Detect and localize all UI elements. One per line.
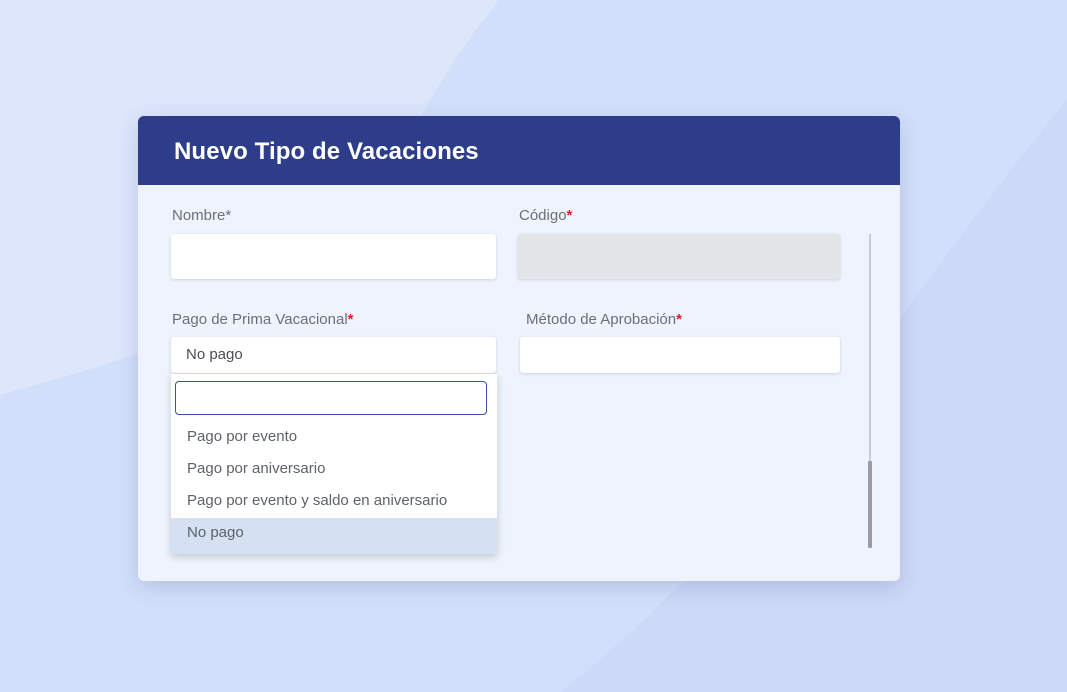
prima-required-mark: * bbox=[347, 311, 354, 328]
codigo-input bbox=[518, 234, 840, 279]
codigo-required-mark: * bbox=[566, 207, 573, 224]
new-vacation-type-modal: Nuevo Tipo de Vacaciones Nombre* Código*… bbox=[138, 116, 900, 581]
nombre-label-text: Nombre* bbox=[172, 207, 232, 224]
prima-label: Pago de Prima Vacacional* bbox=[172, 311, 354, 328]
prima-label-text: Pago de Prima Vacacional bbox=[172, 311, 348, 328]
modal-title: Nuevo Tipo de Vacaciones bbox=[174, 138, 479, 165]
metodo-label: Método de Aprobación* bbox=[526, 311, 682, 328]
dropdown-option-no-pago[interactable]: No pago bbox=[171, 518, 497, 554]
modal-header: Nuevo Tipo de Vacaciones bbox=[138, 116, 900, 185]
codigo-label: Código* bbox=[519, 207, 572, 224]
nombre-input[interactable] bbox=[171, 234, 496, 279]
prima-selected-value: No pago bbox=[186, 346, 243, 363]
dropdown-option-pago-por-evento[interactable]: Pago por evento bbox=[171, 421, 497, 453]
dropdown-option-pago-por-aniversario[interactable]: Pago por aniversario bbox=[171, 453, 497, 485]
dropdown-option-pago-evento-saldo-aniversario[interactable]: Pago por evento y saldo en aniversario bbox=[171, 485, 497, 517]
metodo-label-text: Método de Aprobación bbox=[526, 311, 677, 328]
metodo-required-mark: * bbox=[676, 311, 682, 328]
dropdown-search-input[interactable] bbox=[175, 381, 487, 415]
prima-select[interactable]: No pago bbox=[171, 337, 496, 373]
prima-dropdown: Pago por evento Pago por aniversario Pag… bbox=[171, 374, 497, 554]
codigo-label-text: Código bbox=[519, 207, 567, 224]
nombre-label: Nombre* bbox=[172, 207, 231, 224]
metodo-select[interactable] bbox=[520, 337, 840, 373]
scrollbar-thumb[interactable] bbox=[868, 461, 872, 548]
